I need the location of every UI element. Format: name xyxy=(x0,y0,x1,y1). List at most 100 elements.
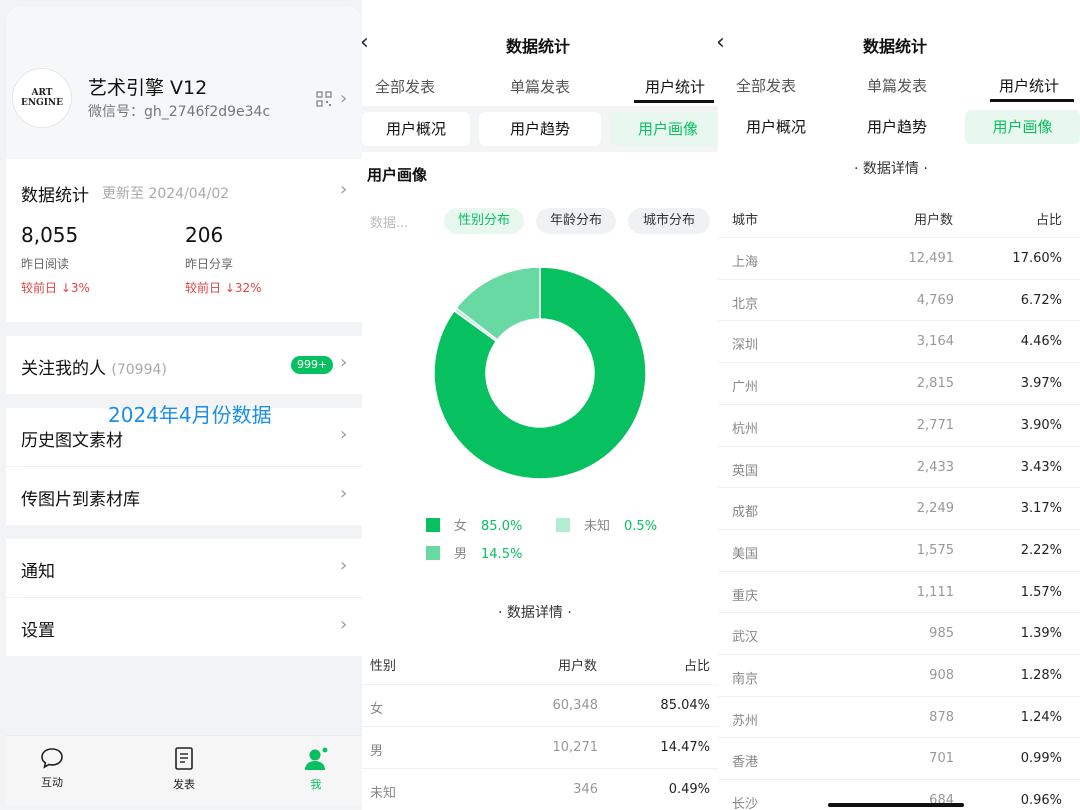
pill-truncated[interactable]: 数据... xyxy=(370,212,408,231)
table-cell-num: 10,271 xyxy=(552,740,599,755)
table-row: 女 60,348 85.04% xyxy=(362,684,718,726)
table-row: 上海 12,491 17.60% xyxy=(718,237,1080,279)
chat-bubble-icon xyxy=(41,748,63,769)
detail-title: · 数据详情 · xyxy=(854,161,928,177)
table-cell-pct: 1.28% xyxy=(1020,668,1062,683)
table-row: 南京 908 1.28% xyxy=(718,654,1080,696)
upload-images-label: 传图片到素材库 xyxy=(21,490,140,510)
back-arrow-icon[interactable]: ‹ xyxy=(362,30,369,55)
table-cell-pct: 0.96% xyxy=(1020,793,1062,809)
table-cell-pct: 1.39% xyxy=(1020,626,1062,642)
legend-value: 14.5% xyxy=(481,547,523,562)
pill-gender[interactable]: 性别分布 xyxy=(444,208,524,234)
section-title: 用户画像 xyxy=(367,166,428,184)
table-cell-num: 1,111 xyxy=(916,584,954,600)
pill-city[interactable]: 城市分布 xyxy=(628,208,710,234)
gender-portrait-panel: ‹ 数据统计 全部发表 单篇发表 用户统计 用户概况 用户趋势 用户画像 用户画… xyxy=(362,0,718,810)
table-cell-label: 长沙 xyxy=(732,797,759,810)
table-cell-num: 701 xyxy=(929,751,954,767)
legend-male: 男 14.5% xyxy=(426,543,522,562)
upload-images-row[interactable]: 传图片到素材库 › xyxy=(6,467,362,525)
table-cell-pct: 3.17% xyxy=(1020,501,1062,517)
segment-user-portrait[interactable]: 用户画像 xyxy=(965,110,1080,144)
table-cell-num: 60,348 xyxy=(552,698,599,713)
legend-swatch xyxy=(556,518,570,532)
followers-badge: 999+ xyxy=(291,356,334,374)
table-cell-pct: 3.90% xyxy=(1020,417,1062,433)
chevron-right-icon: › xyxy=(340,352,348,373)
table-cell-label: 重庆 xyxy=(732,588,759,604)
segment-user-overview[interactable]: 用户概况 xyxy=(722,110,830,144)
table-row: 香港 701 0.99% xyxy=(718,737,1080,779)
tab-interact[interactable]: 互动 xyxy=(22,746,82,790)
table-cell-pct: 3.43% xyxy=(1020,459,1062,475)
table-cell-num: 908 xyxy=(929,668,954,683)
account-header[interactable]: ART ENGINE 艺术引擎 V12 微信号：gh_2746f2d9e34c › xyxy=(6,6,362,159)
table-row: 北京 4,769 6.72% xyxy=(718,278,1080,321)
followers-count: (70994) xyxy=(111,362,167,378)
pill-age[interactable]: 年龄分布 xyxy=(536,208,616,234)
settings-label: 设置 xyxy=(21,621,55,641)
segment-user-trend[interactable]: 用户趋势 xyxy=(479,112,601,146)
table-cell-label: 深圳 xyxy=(732,338,759,354)
legend-swatch xyxy=(426,546,440,560)
stats-card[interactable]: 数据统计 更新至 2024/04/02 › 8,055 昨日阅读 较前日 ↓3%… xyxy=(6,159,362,322)
segment-user-overview[interactable]: 用户概况 xyxy=(362,112,470,146)
table-cell-label: 苏州 xyxy=(732,713,759,729)
table-cell-label: 香港 xyxy=(732,755,759,771)
table-cell-label: 女 xyxy=(370,702,384,717)
table-cell-label: 南京 xyxy=(732,672,759,687)
segment-user-trend[interactable]: 用户趋势 xyxy=(838,110,956,144)
table-row: 英国 2,433 3.43% xyxy=(718,445,1080,488)
col-header-gender: 性别 xyxy=(370,659,397,674)
tab-user-stats[interactable]: 用户统计 xyxy=(645,76,705,97)
col-header-ratio: 占比 xyxy=(683,659,710,674)
table-cell-pct: 14.47% xyxy=(660,740,710,755)
table-cell-label: 杭州 xyxy=(732,421,759,437)
followers-row[interactable]: 关注我的人 (70994) 999+ › xyxy=(6,336,362,394)
stats-title: 数据统计 xyxy=(21,186,89,206)
table-cell-num: 2,249 xyxy=(916,501,954,517)
stat-read-label: 昨日阅读 xyxy=(21,257,70,271)
col-header-users: 用户数 xyxy=(558,659,598,674)
table-cell-pct: 0.49% xyxy=(668,782,710,797)
stats-updated: 更新至 2024/04/02 xyxy=(102,186,230,202)
tab-user-stats[interactable]: 用户统计 xyxy=(999,75,1059,96)
active-tab-underline xyxy=(990,99,1074,102)
logo-text-top: ART xyxy=(31,88,53,98)
followers-text: 关注我的人 xyxy=(21,359,106,379)
tab-all-published[interactable]: 全部发表 xyxy=(375,76,435,97)
bottom-tab-bar: 互动 发表 我 xyxy=(6,735,362,805)
table-row: 重庆 1,111 1.57% xyxy=(718,570,1080,613)
document-icon xyxy=(175,747,193,770)
legend-value: 0.5% xyxy=(624,519,658,534)
qr-code-icon[interactable] xyxy=(316,91,332,107)
tab-publish-label: 发表 xyxy=(173,778,195,791)
logo-text-bottom: ENGINE xyxy=(20,98,64,108)
legend-female: 女 85.0% xyxy=(426,515,522,534)
table-cell-num: 878 xyxy=(929,709,954,725)
table-cell-label: 武汉 xyxy=(732,630,759,646)
tab-single-published[interactable]: 单篇发表 xyxy=(510,76,570,97)
followers-label: 关注我的人 (70994) xyxy=(21,354,167,379)
chevron-right-icon: › xyxy=(340,483,348,504)
tab-all-published[interactable]: 全部发表 xyxy=(736,75,796,96)
detail-title: · 数据详情 · xyxy=(498,605,572,621)
table-row: 杭州 2,771 3.90% xyxy=(718,403,1080,446)
tab-me[interactable]: 我 xyxy=(286,746,346,792)
tab-publish[interactable]: 发表 xyxy=(154,746,214,792)
table-cell-num: 346 xyxy=(573,782,598,797)
table-cell-label: 英国 xyxy=(732,463,759,479)
notifications-row[interactable]: 通知 › xyxy=(6,539,362,597)
table-cell-num: 985 xyxy=(929,626,954,642)
col-header-users: 用户数 xyxy=(914,213,954,228)
active-tab-underline xyxy=(634,100,714,103)
tab-single-published[interactable]: 单篇发表 xyxy=(867,75,927,96)
segment-user-portrait[interactable]: 用户画像 xyxy=(610,112,718,146)
back-arrow-icon[interactable]: ‹ xyxy=(718,30,725,55)
table-cell-label: 上海 xyxy=(732,255,759,270)
table-cell-label: 广州 xyxy=(732,380,759,396)
tab-interact-label: 互动 xyxy=(41,776,63,789)
chevron-right-icon: › xyxy=(340,555,348,576)
settings-row[interactable]: 设置 › xyxy=(6,598,362,656)
